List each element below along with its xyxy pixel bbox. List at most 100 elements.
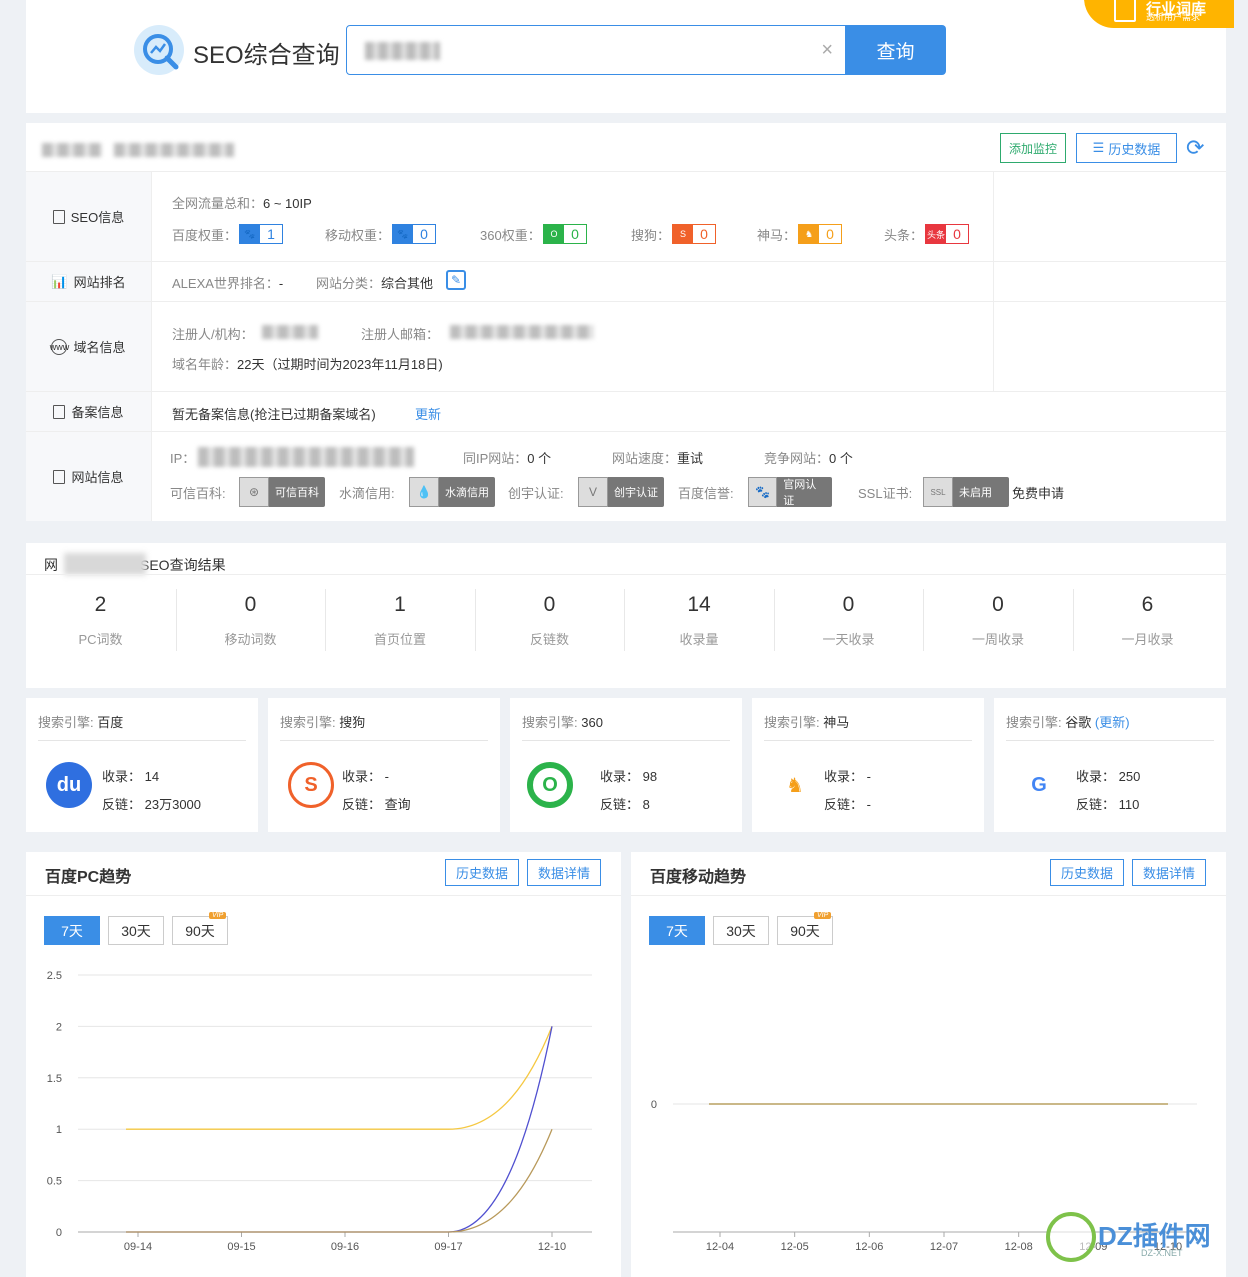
x-tick-label: 09-17: [434, 1241, 462, 1253]
domain-blurred: [64, 553, 146, 575]
stat-item[interactable]: 0 一天收录: [773, 589, 923, 651]
data-detail-button[interactable]: 数据详情: [527, 859, 601, 886]
divider: [631, 895, 1226, 896]
x-tick-label: 12-08: [1005, 1241, 1033, 1253]
stat-item[interactable]: 0 移动词数: [175, 589, 325, 651]
stat-label: 反链数: [529, 632, 569, 647]
ip-blurred: [198, 447, 414, 467]
free-apply-link[interactable]: 免费申请: [1012, 483, 1064, 502]
divider: [26, 895, 621, 896]
cert-badge[interactable]: V 创宇认证: [578, 477, 664, 507]
domain-age: 域名年龄：22天（过期时间为2023年11月18日): [172, 357, 443, 372]
x-tick-label: 09-14: [124, 1241, 152, 1253]
search-input[interactable]: ×: [346, 25, 846, 75]
shenma-icon: ♞: [799, 225, 819, 243]
seo-info-row: SEO信息 全网流量总和：6 ~ 10IP 百度权重： 🐾 1 移动权重： 🐾 0 360权…: [26, 172, 1226, 262]
clear-icon[interactable]: ×: [821, 39, 833, 62]
engine-title: 搜索引擎: 百度: [38, 715, 124, 730]
range-30d-button[interactable]: 30天: [713, 916, 769, 945]
cert-badge[interactable]: 🐾 官网认证: [748, 477, 832, 507]
trend-title: 百度移动趋势: [650, 869, 747, 886]
range-7d-button[interactable]: 7天: [44, 916, 100, 945]
range-7d-button[interactable]: 7天: [649, 916, 705, 945]
stat-item[interactable]: 0 一周收录: [923, 589, 1072, 651]
engine-card-4: 搜索引擎: 谷歌 (更新) G 收录： 250 反链： 110: [994, 698, 1226, 832]
weight-label: 移动权重：: [325, 228, 391, 243]
engine-title: 搜索引擎: 360: [522, 715, 603, 730]
engine-update-link[interactable]: (更新): [1095, 715, 1130, 730]
stat-item[interactable]: 14 收录量: [624, 589, 773, 651]
engine-title: 搜索引擎: 搜狗: [280, 715, 366, 730]
industry-keywords-banner[interactable]: 行业词库 透析用户需求: [1084, 0, 1234, 28]
history-data-button[interactable]: ☰ 历史数据: [1076, 133, 1177, 163]
x-tick-label: 12-04: [706, 1241, 734, 1253]
domain-blurred: [42, 143, 102, 157]
banner-subtitle: 透析用户需求: [1146, 12, 1201, 22]
stat-item[interactable]: 0 反链数: [474, 589, 624, 651]
y-tick-label: 1: [56, 1124, 62, 1136]
360-logo-icon: O: [527, 762, 573, 808]
bar-chart-icon: 📊: [51, 273, 68, 289]
stat-item[interactable]: 1 首页位置: [325, 589, 474, 651]
baidu-logo-icon: du: [46, 762, 92, 808]
chuangyu-icon: V: [578, 477, 608, 507]
domain-info-label: www 域名信息: [26, 302, 152, 391]
data-detail-button[interactable]: 数据详情: [1132, 859, 1206, 886]
vip-badge: VIP: [209, 912, 227, 919]
weight-badge[interactable]: 🐾 0: [392, 224, 436, 244]
site-category: 网站分类：综合其他: [316, 276, 434, 291]
seo-results-panel: 网 SEO查询结果 2 PC词数 0 移动词数 1 首页位置 0 反链数 14 收录量 0 一天收录 0 一…: [26, 543, 1226, 688]
backlink-count[interactable]: 反链： 查询: [342, 794, 411, 813]
divider: [26, 574, 1226, 575]
cert-badge[interactable]: 💧 水滴信用: [409, 477, 495, 507]
stat-label: 一月收录: [1121, 632, 1174, 647]
stat-value: 6: [1141, 593, 1154, 616]
engine-card-3: 搜索引擎: 神马 ♞ 收录： - 反链： -: [752, 698, 984, 832]
history-data-button[interactable]: 历史数据: [445, 859, 519, 886]
range-30d-button[interactable]: 30天: [108, 916, 164, 945]
edit-icon[interactable]: ✎: [446, 270, 466, 290]
cert-badge[interactable]: SSL 未启用: [923, 477, 1009, 507]
360-icon: O: [544, 225, 564, 243]
stat-value: 0: [244, 593, 257, 616]
competitors: 竞争网站：0 个: [764, 451, 853, 466]
refresh-icon[interactable]: ⟳: [1186, 135, 1204, 161]
stat-value: 0: [992, 593, 1004, 616]
beian-update-link[interactable]: 更新: [415, 404, 441, 423]
x-tick-label: 09-16: [331, 1241, 359, 1253]
registrant-email: 注册人邮箱：: [361, 327, 440, 342]
stat-value: 1: [394, 593, 406, 616]
range-90d-button[interactable]: 90天 VIP: [172, 912, 228, 945]
weight-badge[interactable]: S0: [672, 224, 716, 244]
y-tick-label: 2: [56, 1021, 62, 1033]
browser-icon: [53, 469, 66, 484]
document-icon: [52, 209, 65, 224]
cert-label: 创宇认证:: [508, 486, 564, 501]
engine-title: 搜索引擎: 谷歌 (更新): [1006, 715, 1130, 730]
history-data-button[interactable]: 历史数据: [1050, 859, 1124, 886]
stat-label: 收录量: [679, 632, 719, 647]
x-tick-label: 12-05: [781, 1241, 809, 1253]
x-tick-label: 12-06: [855, 1241, 883, 1253]
weight-badge[interactable]: 🐾 1: [239, 224, 283, 244]
baidu-paw-icon: 🐾: [240, 225, 260, 243]
site-info-row: 网站信息 IP： 同IP网站：0 个 网站速度：重试 竞争网站：0 个 可信百科…: [26, 432, 1226, 521]
cert-badge[interactable]: ⊛ 可信百科: [239, 477, 325, 507]
stat-label: 首页位置: [373, 632, 426, 647]
seo-info-label: SEO信息: [26, 172, 152, 261]
range-90d-button[interactable]: 90天 VIP: [777, 912, 833, 945]
alexa-rank: ALEXA世界排名：-: [172, 276, 284, 291]
search-button[interactable]: 查询: [845, 25, 946, 75]
stat-item[interactable]: 2 PC词数: [26, 589, 175, 651]
backlink-count: 反链： 110: [1076, 797, 1140, 812]
weight-label: 神马：: [757, 228, 797, 243]
weight-badge[interactable]: ♞ 0: [798, 224, 842, 244]
same-ip: 同IP网站：0 个: [463, 451, 552, 466]
y-tick-label: 0: [651, 1099, 657, 1111]
weight-label: 百度权重：: [172, 228, 238, 243]
weight-badge[interactable]: 头条 0: [925, 224, 969, 244]
weight-badge[interactable]: O0: [543, 224, 587, 244]
add-monitor-button[interactable]: 添加监控: [1000, 133, 1066, 163]
domain-blurred-2: [114, 143, 234, 157]
stat-item[interactable]: 6 一月收录: [1072, 589, 1222, 651]
